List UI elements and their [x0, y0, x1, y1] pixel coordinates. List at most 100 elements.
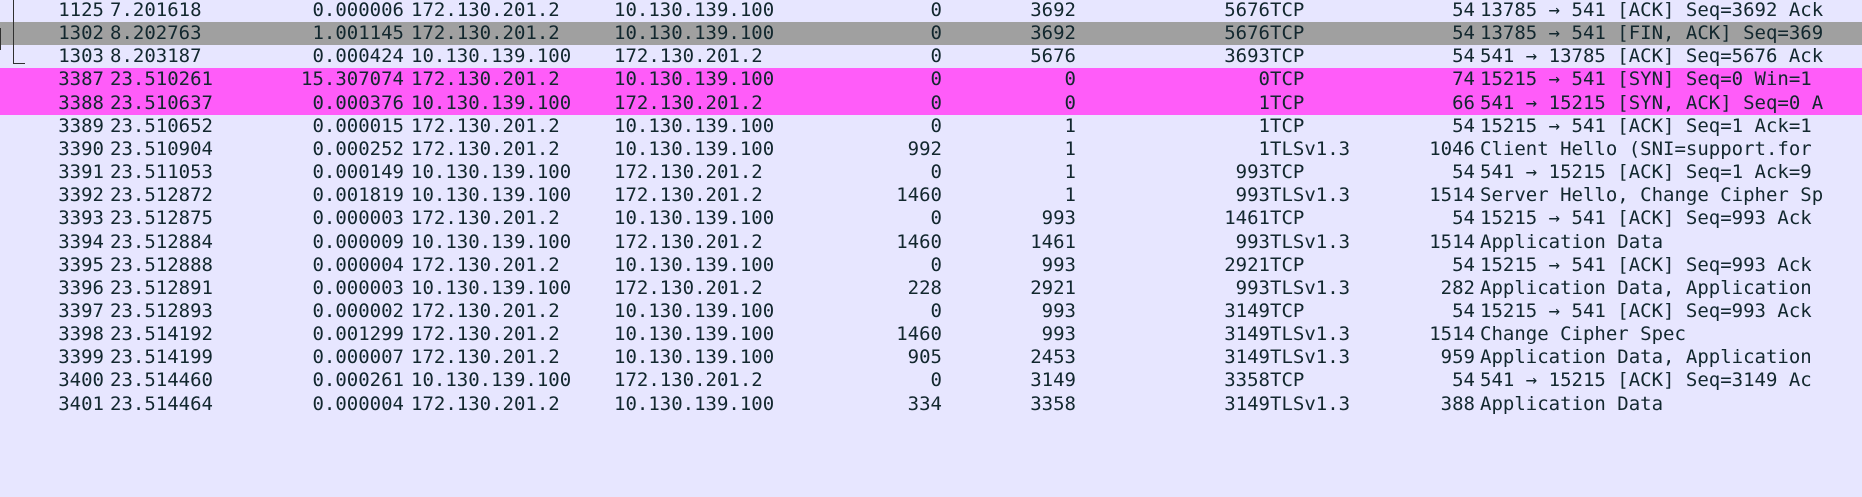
packet-seq: 1 — [1064, 137, 1076, 160]
packet-frame-length: 54 — [1452, 253, 1475, 276]
packet-number: 3399 — [58, 346, 104, 369]
packet-info: Application Data — [1480, 392, 1664, 415]
packet-tcp-length: 334 — [907, 392, 942, 415]
packet-info: Server Hello, Change Cipher Sp — [1480, 184, 1824, 207]
packet-frame-length: 66 — [1452, 91, 1475, 114]
packet-seq: 2921 — [1030, 276, 1076, 299]
packet-seq: 993 — [1041, 207, 1076, 230]
packet-ack: 1 — [1258, 137, 1270, 160]
packet-info: Application Data — [1480, 230, 1664, 253]
packet-tcp-length: 0 — [930, 68, 942, 91]
packet-protocol: TCP — [1270, 114, 1305, 137]
packet-seq: 1 — [1064, 114, 1076, 137]
packet-info: 541 → 15215 [ACK] Seq=1 Ack=9 — [1480, 161, 1812, 184]
packet-seq: 0 — [1064, 68, 1076, 91]
packet-row[interactable]: 3399 23.514199 0.000007 172.130.201.2 10.130… — [0, 346, 1862, 370]
packet-ack: 0 — [1258, 68, 1270, 91]
packet-destination: 172.130.201.2 — [614, 276, 763, 299]
packet-source: 172.130.201.2 — [411, 299, 560, 322]
packet-source: 172.130.201.2 — [411, 22, 560, 45]
packet-number: 3387 — [58, 68, 104, 91]
packet-row[interactable]: 3391 23.511053 0.000149 10.130.139.100 172.1… — [0, 161, 1862, 185]
packet-frame-length: 74 — [1452, 68, 1475, 91]
packet-info: 541 → 13785 [ACK] Seq=5676 Ack — [1480, 45, 1824, 68]
packet-info: 541 → 15215 [SYN, ACK] Seq=0 A — [1480, 91, 1824, 114]
packet-source: 172.130.201.2 — [411, 253, 560, 276]
packet-row[interactable]: 3390 23.510904 0.000252 172.130.201.2 10.130… — [0, 137, 1862, 162]
packet-seq: 993 — [1041, 323, 1076, 346]
packet-row[interactable]: 3398 23.514192 0.001299 172.130.201.2 10.130… — [0, 323, 1862, 347]
packet-row[interactable]: 1125 7.201618 0.000006 172.130.201.2 10.130.… — [0, 0, 1862, 23]
packet-row[interactable]: 3394 23.512884 0.000009 10.130.139.100 172.1… — [0, 230, 1862, 254]
packet-time-delta: 0.000424 — [312, 45, 404, 68]
packet-destination: 172.130.201.2 — [614, 184, 763, 207]
packet-source: 10.130.139.100 — [411, 91, 572, 114]
packet-row[interactable]: 3400 23.514460 0.000261 10.130.139.100 172.1… — [0, 369, 1862, 393]
packet-row[interactable]: 3395 23.512888 0.000004 172.130.201.2 10.130… — [0, 253, 1862, 277]
packet-source: 10.130.139.100 — [411, 276, 572, 299]
packet-destination: 172.130.201.2 — [614, 369, 763, 392]
packet-row[interactable]: 3396 23.512891 0.000003 10.130.139.100 172.1… — [0, 276, 1862, 300]
packet-tcp-length: 0 — [930, 114, 942, 137]
packet-destination: 10.130.139.100 — [614, 253, 775, 276]
packet-ack: 5676 — [1224, 22, 1270, 45]
packet-row[interactable]: 3392 23.512872 0.001819 10.130.139.100 172.1… — [0, 184, 1862, 208]
packet-row[interactable]: 3389 23.510652 0.000015 172.130.201.2 10.130… — [0, 114, 1862, 138]
packet-time-delta: 0.000376 — [312, 91, 404, 114]
packet-source: 172.130.201.2 — [411, 68, 560, 91]
packet-row[interactable]: 3388 23.510637 0.000376 10.130.139.100 172.1… — [0, 91, 1862, 115]
packet-info: 15215 → 541 [ACK] Seq=993 Ack — [1480, 253, 1812, 276]
packet-tcp-length: 905 — [907, 346, 942, 369]
packet-protocol: TCP — [1270, 22, 1305, 45]
packet-seq: 3149 — [1030, 369, 1076, 392]
packet-frame-length: 54 — [1452, 114, 1475, 137]
packet-number: 3400 — [58, 369, 104, 392]
packet-tcp-length: 0 — [930, 253, 942, 276]
packet-ack: 2921 — [1224, 253, 1270, 276]
packet-destination: 172.130.201.2 — [614, 230, 763, 253]
packet-ack: 3149 — [1224, 299, 1270, 322]
packet-number: 3389 — [58, 114, 104, 137]
packet-destination: 10.130.139.100 — [614, 392, 775, 415]
packet-ack: 1 — [1258, 114, 1270, 137]
packet-time: 23.510904 — [110, 137, 213, 160]
packet-row[interactable]: 1303 8.203187 0.000424 10.130.139.100 172.13… — [0, 45, 1862, 69]
packet-row[interactable]: 3397 23.512893 0.000002 172.130.201.2 10.130… — [0, 299, 1862, 324]
packet-row[interactable]: 3401 23.514464 0.000004 172.130.201.2 10.130… — [0, 392, 1862, 416]
packet-source: 172.130.201.2 — [411, 323, 560, 346]
packet-time-delta: 1.001145 — [312, 22, 404, 45]
packet-tcp-length: 0 — [930, 91, 942, 114]
packet-destination: 10.130.139.100 — [614, 207, 775, 230]
packet-row[interactable]: 3393 23.512875 0.000003 172.130.201.2 10.130… — [0, 207, 1862, 231]
packet-destination: 10.130.139.100 — [614, 323, 775, 346]
packet-frame-length: 54 — [1452, 299, 1475, 322]
packet-protocol: TLSv1.3 — [1270, 346, 1351, 369]
packet-protocol: TLSv1.3 — [1270, 184, 1351, 207]
packet-source: 10.130.139.100 — [411, 161, 572, 184]
packet-seq: 3692 — [1030, 0, 1076, 21]
packet-seq: 1461 — [1030, 230, 1076, 253]
packet-destination: 172.130.201.2 — [614, 91, 763, 114]
packet-protocol: TCP — [1270, 299, 1305, 322]
packet-seq: 2453 — [1030, 346, 1076, 369]
packet-protocol: TLSv1.3 — [1270, 323, 1351, 346]
packet-tcp-length: 0 — [930, 161, 942, 184]
conversation-bracket-line — [13, 0, 14, 64]
packet-time: 7.201618 — [110, 0, 202, 21]
packet-number: 1302 — [58, 22, 104, 45]
packet-time: 23.512888 — [110, 253, 213, 276]
packet-ack: 3149 — [1224, 323, 1270, 346]
packet-number: 3390 — [58, 137, 104, 160]
packet-source: 10.130.139.100 — [411, 45, 572, 68]
packet-tcp-length: 992 — [907, 137, 942, 160]
packet-row[interactable]: 1302 8.202763 1.001145 172.130.201.2 10.130.… — [0, 22, 1862, 46]
packet-row[interactable]: 3387 23.510261 15.307074 172.130.201.2 10.13… — [0, 68, 1862, 92]
packet-time-delta: 0.000252 — [312, 137, 404, 160]
packet-tcp-length: 1460 — [896, 323, 942, 346]
packet-time: 23.512891 — [110, 276, 213, 299]
packet-protocol: TCP — [1270, 369, 1305, 392]
packet-seq: 1 — [1064, 184, 1076, 207]
packet-seq: 993 — [1041, 299, 1076, 322]
packet-destination: 10.130.139.100 — [614, 68, 775, 91]
packet-list[interactable]: 1125 7.201618 0.000006 172.130.201.2 10.130.… — [0, 0, 1862, 497]
